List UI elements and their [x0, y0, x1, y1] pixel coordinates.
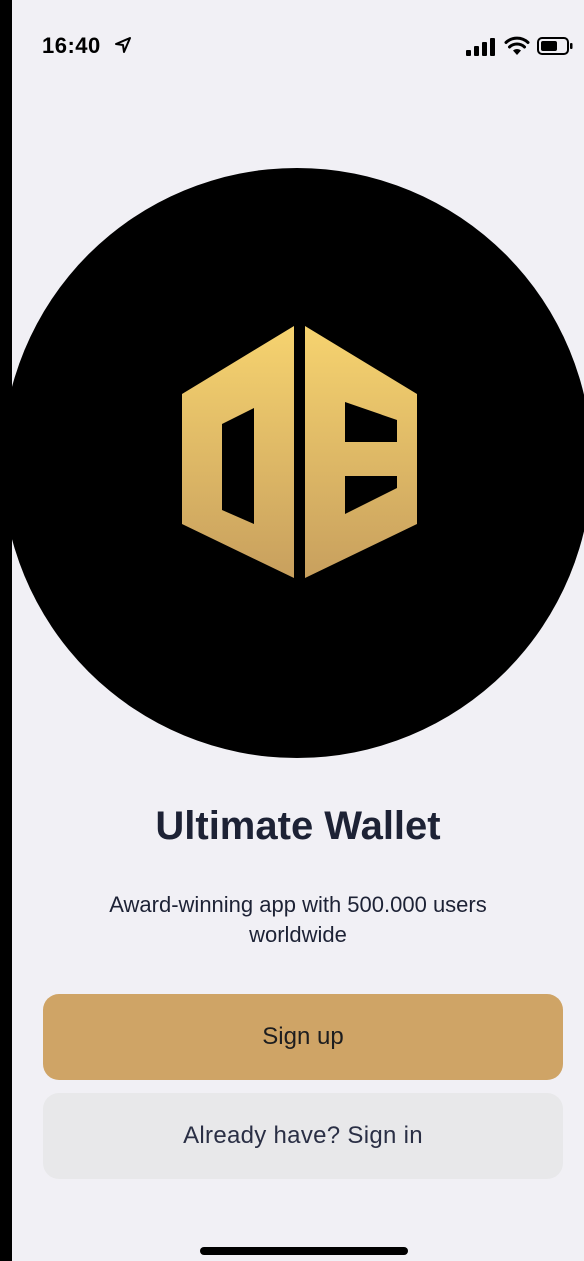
home-indicator[interactable] [200, 1247, 408, 1255]
sign-in-button[interactable]: Already have? Sign in [43, 1093, 563, 1179]
app-subtitle: Award-winning app with 500.000 users wor… [109, 892, 487, 947]
wifi-icon [504, 36, 530, 55]
cellular-signal-icon [466, 38, 495, 56]
onboarding-screen: 16:40 Ultimate Wallet Award-winning app … [12, 0, 584, 1261]
app-logo-hero [12, 168, 584, 758]
sign-up-button[interactable]: Sign up [43, 994, 563, 1080]
location-arrow-icon [115, 37, 131, 53]
status-bar: 16:40 [12, 0, 584, 90]
status-time: 16:40 [42, 33, 101, 58]
battery-icon [537, 37, 573, 55]
logo-background-circle [12, 168, 584, 758]
app-title: Ultimate Wallet [155, 804, 441, 848]
